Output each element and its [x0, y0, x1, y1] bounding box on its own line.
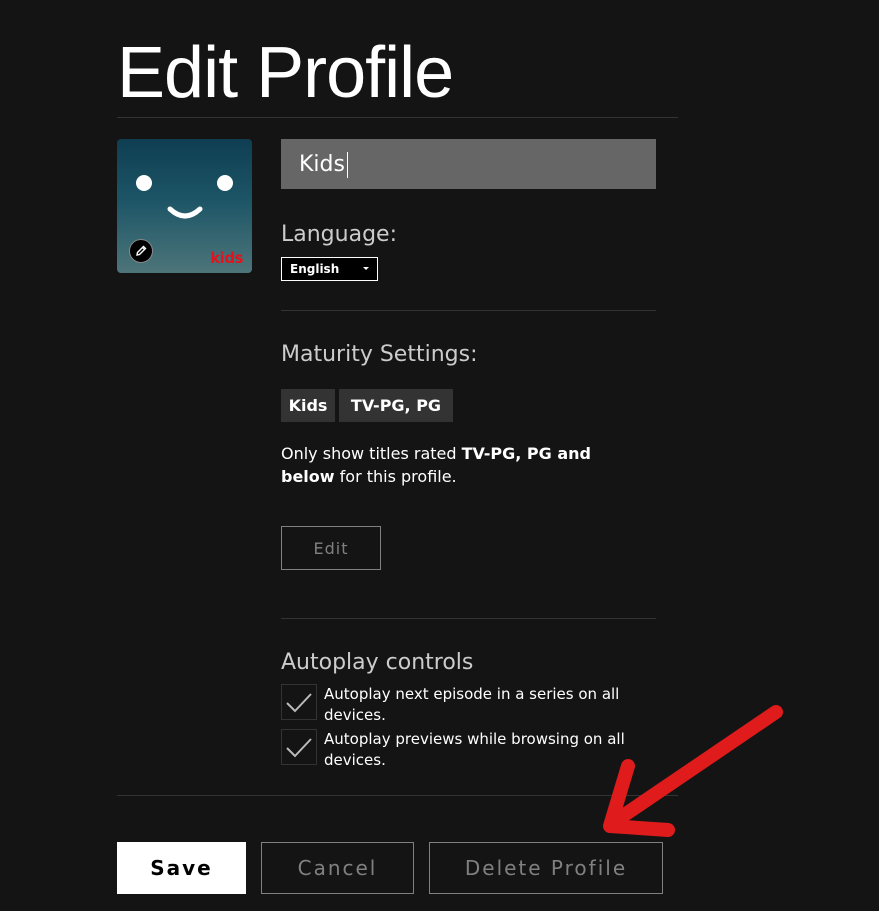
rating-tag-pg: TV-PG, PG	[339, 389, 453, 422]
profile-name-input[interactable]	[281, 139, 656, 189]
checkmark-icon	[286, 738, 312, 758]
cancel-button[interactable]: Cancel	[261, 842, 414, 894]
maturity-desc-below: below	[281, 467, 335, 486]
maturity-desc-prefix: Only show titles rated	[281, 444, 462, 463]
maturity-desc-rating: TV-PG, PG and	[461, 444, 591, 463]
autoplay-label: Autoplay controls	[281, 650, 474, 675]
language-selected-value: English	[290, 262, 340, 276]
language-select[interactable]: English	[281, 257, 378, 281]
language-label: Language:	[281, 222, 397, 247]
avatar-left-eye	[136, 175, 152, 191]
maturity-description: Only show titles rated TV-PG, PG and bel…	[281, 442, 641, 488]
maturity-label: Maturity Settings:	[281, 342, 478, 367]
kids-badge: kids	[210, 249, 243, 267]
autoplay-next-episode-checkbox[interactable]	[281, 684, 317, 720]
autoplay-previews-checkbox[interactable]	[281, 729, 317, 765]
edit-profile-page: Edit Profile kids Language: English Matu…	[0, 0, 879, 911]
page-title: Edit Profile	[117, 33, 454, 113]
red-arrow-icon	[603, 705, 783, 837]
maturity-desc-suffix: for this profile.	[334, 467, 457, 486]
avatar-right-eye	[217, 175, 233, 191]
edit-maturity-button[interactable]: Edit	[281, 526, 381, 570]
save-button[interactable]: Save	[117, 842, 246, 894]
maturity-divider	[281, 618, 656, 619]
caret-down-icon	[363, 267, 369, 270]
title-divider	[117, 117, 678, 118]
avatar-smile-icon	[167, 206, 203, 219]
rating-tag-kids: Kids	[281, 389, 335, 422]
text-caret	[347, 152, 348, 178]
language-divider	[281, 310, 656, 311]
pencil-icon[interactable]	[129, 239, 153, 263]
profile-avatar[interactable]: kids	[117, 139, 252, 273]
checkmark-icon	[286, 693, 312, 713]
